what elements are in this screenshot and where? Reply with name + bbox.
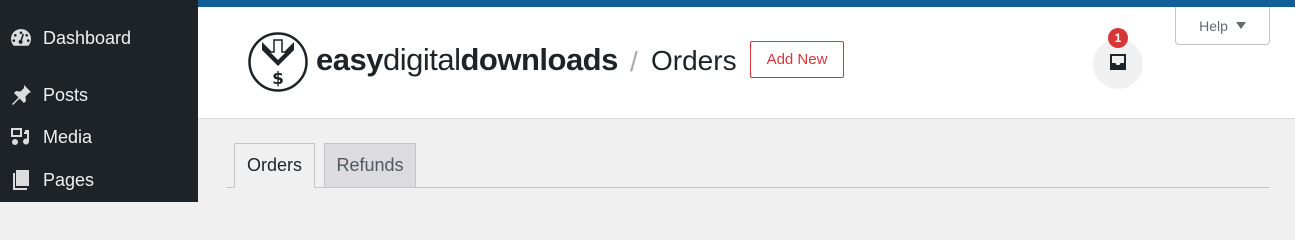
- edd-logo-icon: $: [248, 32, 308, 92]
- sidebar-item-label: Pages: [43, 169, 95, 190]
- pages-icon: [8, 167, 34, 193]
- help-tab-button[interactable]: Help: [1175, 7, 1270, 45]
- pushpin-icon: [8, 82, 34, 108]
- svg-text:$: $: [272, 69, 284, 89]
- inbox-icon: [1108, 52, 1128, 77]
- brand-easy: easy: [316, 42, 383, 77]
- sidebar-item-media[interactable]: Media: [0, 120, 198, 154]
- caret-down-icon: [1235, 22, 1246, 29]
- add-new-button[interactable]: Add New: [750, 41, 844, 78]
- sidebar-item-label: Posts: [43, 84, 89, 105]
- page-title: Orders: [651, 45, 737, 76]
- brand-wordmark: easydigitaldownloads: [316, 42, 618, 78]
- dashboard-icon: [8, 25, 34, 51]
- help-label: Help: [1199, 17, 1228, 34]
- brand-downloads: downloads: [460, 42, 618, 77]
- title-separator: /: [630, 46, 638, 77]
- notification-count-badge: 1: [1108, 28, 1128, 48]
- sidebar-item-posts[interactable]: Posts: [0, 78, 198, 112]
- tab-orders[interactable]: Orders: [234, 143, 315, 188]
- top-accent-bar: [198, 0, 1295, 7]
- media-icon: [8, 124, 34, 150]
- brand-digital: digital: [382, 42, 461, 77]
- sidebar-item-pages[interactable]: Pages: [0, 163, 198, 197]
- sidebar-item-label: Media: [43, 126, 93, 147]
- page-header: $ easydigitaldownloads / Orders Add New …: [198, 7, 1295, 119]
- tab-refunds[interactable]: Refunds: [324, 143, 416, 188]
- sidebar-item-label: Dashboard: [43, 27, 132, 48]
- admin-sidebar: Dashboard Posts Media Pages: [0, 0, 198, 202]
- sidebar-item-dashboard[interactable]: Dashboard: [0, 21, 198, 55]
